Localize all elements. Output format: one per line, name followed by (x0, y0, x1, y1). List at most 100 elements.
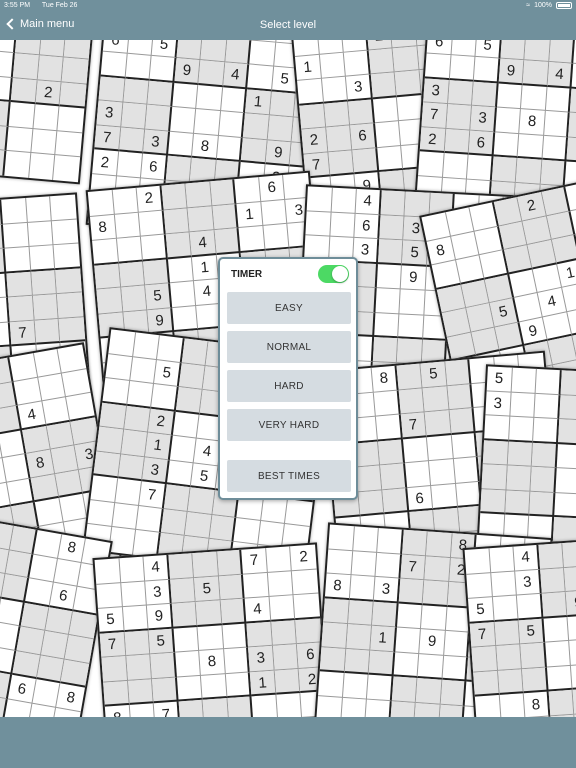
sudoku-cell: 2 (148, 408, 176, 436)
sudoku-cell (424, 53, 452, 80)
easy-button[interactable]: EASY (227, 292, 351, 324)
sudoku-cell (119, 556, 146, 583)
sudoku-cell: 5 (97, 607, 125, 634)
sudoku-cell (466, 572, 493, 599)
sudoku-cell: 5 (420, 361, 448, 388)
sudoku-cell: 9 (174, 58, 201, 85)
sudoku-cell (246, 621, 273, 648)
sudoku-cell (6, 271, 33, 298)
sudoku-cell (392, 45, 420, 73)
best-times-button[interactable]: BEST TIMES (227, 460, 351, 492)
sudoku-cell (225, 40, 252, 65)
status-date: Tue Feb 26 (41, 2, 78, 9)
sudoku-cell (120, 285, 148, 313)
level-select-menu: TIMER EASY NORMAL HARD VERY HARD BEST TI… (218, 257, 358, 500)
sudoku-cell (449, 408, 476, 435)
sudoku-cell (473, 670, 500, 697)
sudoku-cell (516, 593, 544, 621)
sudoku-cell (122, 78, 150, 105)
sudoku-cell (174, 651, 202, 678)
sudoku-cell (540, 160, 567, 187)
sudoku-cell: 1 (236, 201, 264, 229)
normal-button[interactable]: NORMAL (227, 331, 351, 363)
sudoku-cell (401, 529, 428, 556)
sudoku-cell: 5 (154, 359, 182, 388)
sudoku-cell (108, 329, 136, 357)
sudoku-cell (173, 626, 200, 653)
sudoku-cell (542, 135, 569, 162)
sudoku-cell (149, 55, 177, 83)
sudoku-cell (374, 121, 402, 148)
sudoku-grid: 273892 (0, 40, 100, 185)
sudoku-cell (553, 492, 576, 519)
sudoku-cell (546, 665, 573, 692)
sudoku-cell: 1 (294, 54, 322, 81)
sudoku-cell (98, 76, 126, 103)
sudoku-cell (451, 432, 479, 460)
sudoku-cell (472, 81, 499, 108)
sudoku-cell (172, 411, 200, 439)
sudoku-cell (496, 83, 523, 110)
sudoku-cell (55, 131, 83, 158)
sudoku-cell (530, 467, 557, 493)
sudoku-cell (440, 680, 467, 707)
sudoku-cell (421, 604, 448, 632)
sudoku-cell (129, 703, 156, 717)
sudoku-cell (323, 101, 351, 128)
bottom-bar (0, 717, 576, 768)
sudoku-cell (375, 288, 401, 315)
sudoku-cell (394, 70, 422, 97)
sudoku-cell (429, 459, 456, 486)
sudoku-cell (571, 63, 576, 91)
sudoku-cell (31, 269, 58, 296)
sudoku-cell (355, 465, 383, 493)
hard-button[interactable]: HARD (227, 370, 351, 402)
sudoku-cell: 8 (523, 691, 551, 717)
sudoku-cell: 7 (94, 125, 121, 152)
sudoku-cell (233, 517, 261, 546)
sudoku-cell (453, 457, 481, 484)
sudoku-cell (343, 50, 371, 77)
sudoku-cell (90, 475, 118, 503)
sudoku-cell (4, 246, 32, 274)
sudoku-cell: 4 (222, 62, 250, 90)
sudoku-cell (120, 429, 149, 458)
sudoku-cell (562, 541, 576, 568)
wifi-icon: ≈ (526, 2, 531, 9)
sudoku-cell: 9 (147, 307, 175, 335)
sudoku-cell: 6 (406, 485, 434, 513)
sudoku-cell (449, 55, 476, 82)
sudoku-cell (120, 102, 148, 130)
sudoku-cell: 8 (89, 214, 117, 241)
sudoku-cell (151, 384, 179, 412)
sudoku-cell (375, 414, 403, 442)
sudoku-cell (352, 526, 379, 553)
sudoku-cell (198, 60, 226, 87)
sudoku-cell: 7 (421, 102, 448, 129)
very-hard-button[interactable]: VERY HARD (227, 409, 351, 441)
sudoku-cell (94, 263, 121, 290)
sudoku-grid: 453597581287 (462, 532, 576, 717)
sudoku-cell (414, 702, 441, 717)
sudoku-cell (8, 102, 36, 129)
sudoku-cell (29, 153, 56, 181)
sudoku-cell (220, 86, 248, 114)
sudoku-cell (524, 40, 551, 63)
sudoku-cell (515, 158, 543, 185)
sudoku-cell (417, 151, 445, 178)
sudoku-cell (543, 111, 571, 138)
timer-toggle[interactable] (318, 265, 349, 283)
sudoku-cell (99, 402, 127, 430)
sudoku-cell: 7 (469, 621, 496, 648)
sudoku-cell (489, 546, 516, 573)
sudoku-cell (509, 392, 536, 418)
sudoku-cell (87, 189, 115, 217)
sudoku-cell (201, 673, 228, 701)
sudoku-cell: 3 (248, 645, 275, 673)
sudoku-cell (482, 439, 509, 466)
sudoku-cell (370, 72, 398, 100)
sudoku-grid: 47235594758361287 (92, 542, 333, 717)
sudoku-cell (398, 314, 425, 340)
sudoku-cell (276, 693, 303, 717)
sudoku-cell (380, 463, 407, 491)
